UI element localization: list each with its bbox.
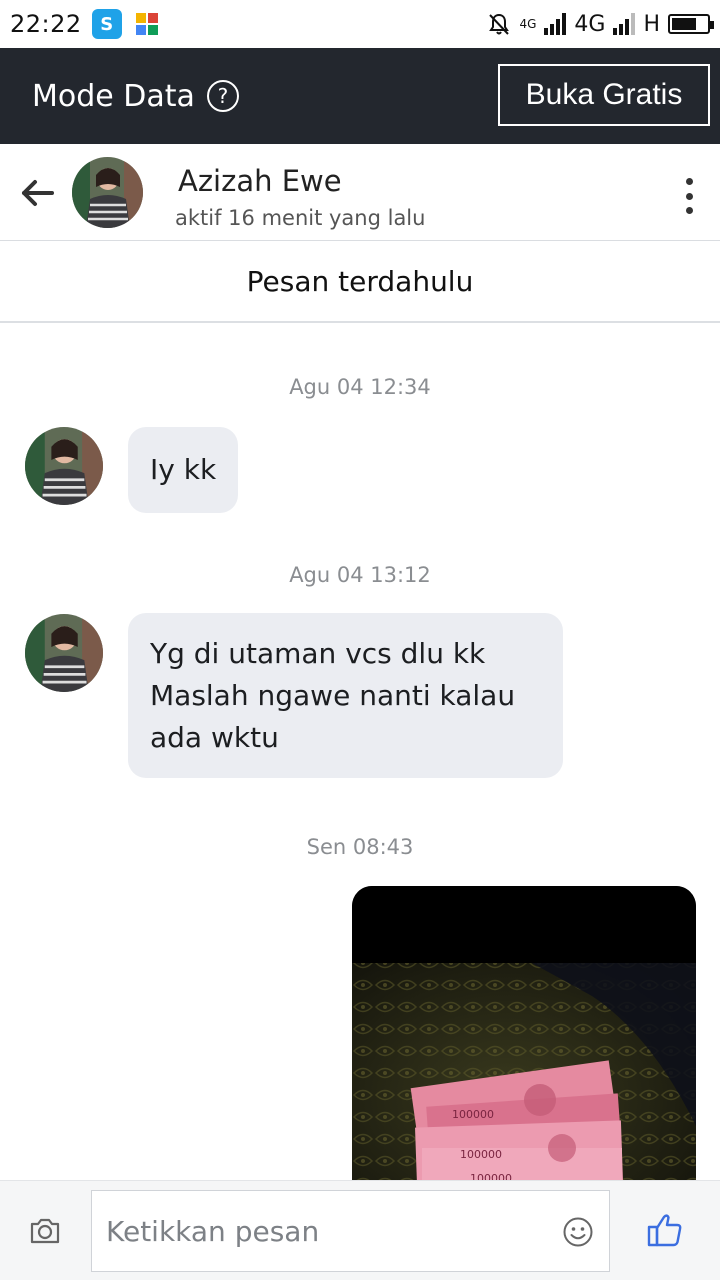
- thumbs-up-icon[interactable]: [646, 1211, 684, 1249]
- back-arrow-icon[interactable]: [18, 174, 56, 212]
- message-bubble[interactable]: Iy kk: [128, 427, 239, 513]
- status-indicators: 4G 4G H: [487, 0, 714, 48]
- open-free-button[interactable]: Buka Gratis: [498, 64, 710, 126]
- notifications-off-icon: [489, 13, 510, 35]
- network-type: 4G: [574, 11, 606, 37]
- message-input[interactable]: [91, 1190, 610, 1272]
- contact-avatar[interactable]: [72, 157, 143, 228]
- photo-message[interactable]: 100000 100000 100000: [352, 886, 696, 1180]
- battery-icon: [668, 14, 714, 34]
- status-bar: 22:22 S 4G 4G H: [0, 0, 720, 48]
- banknote-label: 100000: [452, 1108, 494, 1121]
- message-text-line: ada wktu: [150, 721, 279, 754]
- banknote-label: 100000: [470, 1172, 512, 1180]
- message-composer: [0, 1180, 720, 1280]
- battery-level: [672, 18, 696, 30]
- older-messages-button[interactable]: Pesan terdahulu: [0, 241, 720, 323]
- chat-header: Azizah Ewe aktif 16 menit yang lalu: [0, 144, 720, 241]
- message-timestamp: Sen 08:43: [306, 835, 414, 859]
- app-puzzle-icon: [132, 9, 162, 39]
- data-mode-bar: Mode Data ? Buka Gratis: [0, 48, 720, 144]
- status-time: 22:22: [10, 10, 82, 38]
- message-timestamp: Agu 04 13:12: [289, 563, 431, 587]
- sender-avatar[interactable]: [25, 614, 103, 692]
- message-text-line: Maslah ngawe nanti kalau: [150, 679, 516, 712]
- skype-app-icon: S: [91, 9, 122, 39]
- more-vertical-icon[interactable]: [684, 178, 694, 214]
- message-bubble[interactable]: Yg di utaman vcs dlu kk Maslah ngawe nan…: [128, 613, 563, 778]
- contact-active-status: aktif 16 menit yang lalu: [175, 206, 426, 230]
- banknote-label: 100000: [460, 1148, 502, 1161]
- data-mode-title: Mode Data: [32, 78, 195, 114]
- signal-icon-2: [613, 13, 636, 35]
- emoji-icon[interactable]: [562, 1216, 594, 1248]
- help-icon[interactable]: ?: [206, 80, 239, 112]
- signal-icon: [544, 13, 567, 35]
- message-text: Iy kk: [150, 453, 217, 486]
- message-timestamp: Agu 04 12:34: [289, 375, 431, 399]
- sender-avatar[interactable]: [25, 427, 103, 505]
- network-type-small: 4G: [519, 17, 537, 31]
- message-text-line: Yg di utaman vcs dlu kk: [150, 637, 486, 670]
- contact-name[interactable]: Azizah Ewe: [178, 164, 342, 198]
- message-list[interactable]: Agu 04 12:34 Iy kk Agu 04 13:12 Yg di ut…: [0, 325, 720, 1180]
- network-type-h: H: [643, 11, 660, 37]
- camera-icon[interactable]: [28, 1214, 62, 1248]
